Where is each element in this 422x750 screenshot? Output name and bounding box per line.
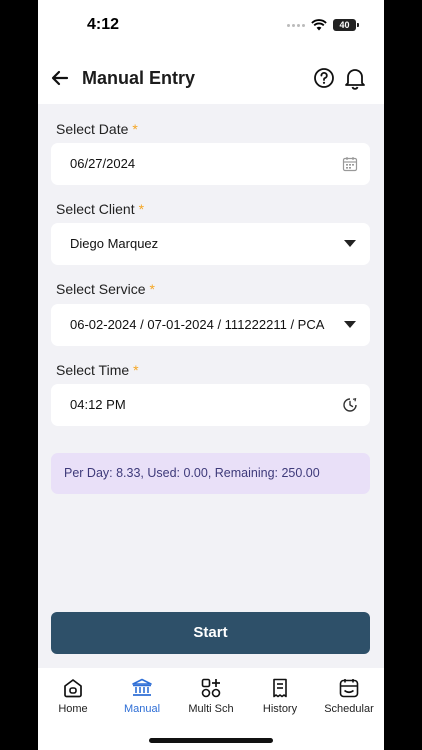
signal-icon: [287, 23, 305, 27]
app-header: Manual Entry: [38, 58, 384, 98]
help-icon[interactable]: [313, 67, 335, 89]
date-field[interactable]: 06/27/2024: [51, 143, 370, 185]
status-indicators: 40: [287, 19, 359, 31]
client-select[interactable]: Diego Marquez: [51, 223, 370, 265]
grid-plus-icon: [201, 678, 221, 698]
client-label-text: Select Client: [56, 201, 135, 217]
bell-icon[interactable]: [344, 66, 366, 90]
tab-multi-sch[interactable]: Multi Sch: [176, 677, 246, 715]
page-title: Manual Entry: [82, 68, 196, 88]
time-field[interactable]: 04:12 PM: [51, 384, 370, 426]
dropdown-arrow-icon[interactable]: [344, 321, 356, 328]
required-marker: *: [149, 281, 155, 297]
tab-manual[interactable]: Manual: [107, 677, 177, 715]
home-icon: [64, 679, 82, 698]
tab-multi-sch-label: Multi Sch: [188, 703, 234, 715]
client-label: Select Client *: [56, 201, 144, 217]
allocation-info-banner: Per Day: 8.33, Used: 0.00, Remaining: 25…: [51, 453, 370, 494]
time-value: 04:12 PM: [70, 397, 126, 412]
tab-schedular[interactable]: Schedular: [314, 677, 384, 715]
calendar-icon[interactable]: [342, 156, 358, 172]
time-label-text: Select Time: [56, 362, 130, 378]
date-label: Select Date *: [56, 121, 138, 137]
tab-history[interactable]: History: [245, 677, 315, 715]
tab-schedular-label: Schedular: [324, 703, 374, 715]
service-label-text: Select Service: [56, 281, 146, 297]
tab-manual-label: Manual: [123, 703, 161, 715]
battery-icon: 40: [333, 19, 359, 31]
service-select[interactable]: 06-02-2024 / 07-01-2024 / 111222211 / PC…: [51, 304, 370, 346]
tab-home-label: Home: [58, 703, 88, 715]
home-indicator[interactable]: [149, 738, 273, 743]
time-label: Select Time *: [56, 362, 139, 378]
wifi-icon: [311, 19, 327, 31]
bank-icon: [132, 678, 152, 696]
date-value: 06/27/2024: [70, 156, 136, 171]
start-button[interactable]: Start: [51, 612, 370, 654]
date-label-text: Select Date: [56, 121, 129, 137]
service-value: 06-02-2024 / 07-01-2024 / 111222211 / PC…: [70, 317, 325, 332]
tab-history-label: History: [262, 703, 298, 715]
dropdown-arrow-icon[interactable]: [344, 240, 356, 247]
receipt-icon: [273, 678, 287, 698]
required-marker: *: [138, 201, 145, 217]
back-arrow-icon[interactable]: [48, 66, 72, 90]
app-screen: 4:12 40 Manual Entry Select Date * 06/27/…: [38, 0, 384, 750]
service-label: Select Service *: [56, 281, 155, 297]
status-time: 4:12: [87, 16, 120, 33]
client-value: Diego Marquez: [70, 236, 159, 251]
required-marker: *: [132, 121, 138, 137]
calendar-icon: [339, 679, 359, 698]
tab-home[interactable]: Home: [38, 677, 108, 715]
required-marker: *: [133, 362, 139, 378]
clock-icon[interactable]: [342, 397, 358, 413]
